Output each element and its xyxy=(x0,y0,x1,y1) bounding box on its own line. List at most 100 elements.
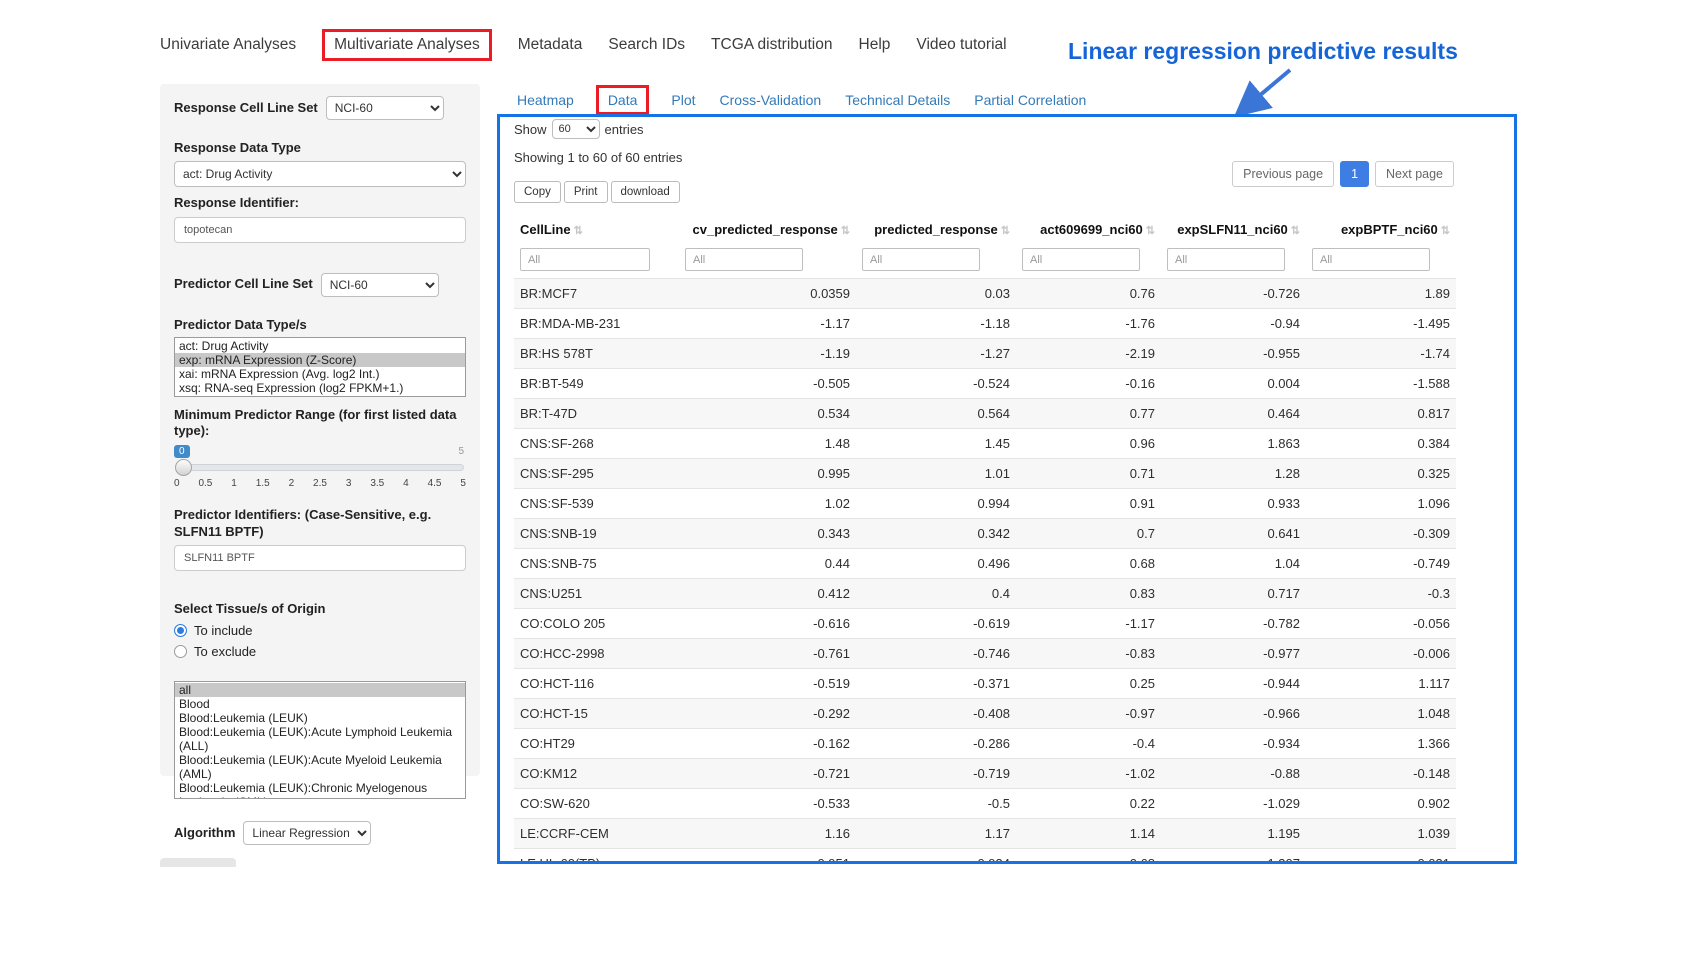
tissue-option[interactable]: Blood:Leukemia (LEUK) xyxy=(175,711,465,725)
cell-value: 0.496 xyxy=(856,549,1016,579)
cell-value: -0.977 xyxy=(1161,639,1306,669)
table-row[interactable]: BR:MDA-MB-231-1.17-1.18-1.76-0.94-1.495 xyxy=(514,309,1456,339)
tissue-option[interactable]: all xyxy=(175,683,465,697)
predictor-identifiers-input[interactable] xyxy=(174,545,466,571)
filter-input-cv-predicted-response[interactable] xyxy=(685,248,803,271)
table-row[interactable]: CO:KM12-0.721-0.719-1.02-0.88-0.148 xyxy=(514,759,1456,789)
page-1-button[interactable]: 1 xyxy=(1340,161,1369,187)
cell-line-name: CO:COLO 205 xyxy=(514,609,679,639)
tissue-option[interactable]: Blood:Leukemia (LEUK):Chronic Myelogenou… xyxy=(175,781,465,799)
cell-value: 1.02 xyxy=(679,489,856,519)
table-row[interactable]: CO:COLO 205-0.616-0.619-1.17-0.782-0.056 xyxy=(514,609,1456,639)
cell-value: 1.039 xyxy=(1306,819,1456,849)
table-row[interactable]: BR:T-47D0.5340.5640.770.4640.817 xyxy=(514,399,1456,429)
tissue-listbox[interactable]: allBloodBlood:Leukemia (LEUK)Blood:Leuke… xyxy=(174,681,466,799)
page-length-select[interactable]: 60 xyxy=(552,119,600,139)
response-data-type-select[interactable]: act: Drug Activity xyxy=(174,161,466,187)
filter-input-expslfn11-nci60[interactable] xyxy=(1167,248,1285,271)
tab-cross-validation[interactable]: Cross-Validation xyxy=(720,92,822,108)
predictor-data-type-option[interactable]: exp: mRNA Expression (Z-Score) xyxy=(175,353,465,367)
predictor-data-type-listbox[interactable]: act: Drug Activityexp: mRNA Expression (… xyxy=(174,337,466,397)
table-row[interactable]: CO:HT29-0.162-0.286-0.4-0.9341.366 xyxy=(514,729,1456,759)
table-row[interactable]: CNS:SF-2950.9951.010.711.280.325 xyxy=(514,459,1456,489)
cell-value: -0.616 xyxy=(679,609,856,639)
response-identifier-input[interactable] xyxy=(174,217,466,243)
filter-input-expbptf-nci60[interactable] xyxy=(1312,248,1430,271)
filter-input-act609699-nci60[interactable] xyxy=(1022,248,1140,271)
predictor-data-type-option[interactable]: xsq: RNA-seq Expression (log2 FPKM+1.) xyxy=(175,381,465,395)
table-row[interactable]: LE:HL-60(TB)0.9510.9340.681.3070.031 xyxy=(514,849,1456,865)
filter-input-predicted-response[interactable] xyxy=(862,248,980,271)
previous-page-button[interactable]: Previous page xyxy=(1232,161,1334,187)
predictor-data-type-option[interactable]: xai: mRNA Expression (Avg. log2 Int.) xyxy=(175,367,465,381)
download-button[interactable]: download xyxy=(611,181,680,203)
filter-input-cellline[interactable] xyxy=(520,248,650,271)
nav-item-univariate-analyses[interactable]: Univariate Analyses xyxy=(160,36,296,54)
cell-line-name: CNS:SF-295 xyxy=(514,459,679,489)
tissue-option[interactable]: Blood xyxy=(175,697,465,711)
cell-value: -0.16 xyxy=(1016,369,1161,399)
tab-plot[interactable]: Plot xyxy=(671,92,695,108)
cell-value: -0.97 xyxy=(1016,699,1161,729)
predictor-cell-line-set-row: Predictor Cell Line Set NCI-60 xyxy=(174,273,466,297)
table-row[interactable]: CNS:SF-5391.020.9940.910.9331.096 xyxy=(514,489,1456,519)
column-header-predicted-response[interactable]: predicted_response⇅ xyxy=(856,213,1016,246)
print-button[interactable]: Print xyxy=(564,181,608,203)
table-row[interactable]: CO:HCC-2998-0.761-0.746-0.83-0.977-0.006 xyxy=(514,639,1456,669)
cell-value: -1.495 xyxy=(1306,309,1456,339)
cell-value: -0.966 xyxy=(1161,699,1306,729)
cell-value: -0.83 xyxy=(1016,639,1161,669)
sort-icon[interactable]: ⇅ xyxy=(1441,225,1450,237)
slider-tick-label: 2.5 xyxy=(313,478,327,489)
column-header-expslfn11-nci60[interactable]: expSLFN11_nci60⇅ xyxy=(1161,213,1306,246)
tissue-radio-to-exclude[interactable]: To exclude xyxy=(174,644,466,659)
tissue-radio-to-include[interactable]: To include xyxy=(174,623,466,638)
predictor-data-type-option[interactable]: act: Drug Activity xyxy=(175,339,465,353)
tissue-option[interactable]: Blood:Leukemia (LEUK):Acute Myeloid Leuk… xyxy=(175,753,465,781)
copy-button[interactable]: Copy xyxy=(514,181,561,203)
response-cell-line-set-select[interactable]: NCI-60 xyxy=(326,96,444,120)
table-row[interactable]: CNS:SNB-190.3430.3420.70.641-0.309 xyxy=(514,519,1456,549)
tab-technical-details[interactable]: Technical Details xyxy=(845,92,950,108)
nav-item-search-ids[interactable]: Search IDs xyxy=(608,36,685,54)
results-table: CellLine⇅cv_predicted_response⇅predicted… xyxy=(514,213,1456,864)
table-row[interactable]: LE:CCRF-CEM1.161.171.141.1951.039 xyxy=(514,819,1456,849)
tab-heatmap[interactable]: Heatmap xyxy=(517,92,574,108)
column-header-cellline[interactable]: CellLine⇅ xyxy=(514,213,679,246)
tab-data[interactable]: Data xyxy=(596,85,650,115)
table-row[interactable]: CNS:SNB-750.440.4960.681.04-0.749 xyxy=(514,549,1456,579)
algorithm-select[interactable]: Linear Regression xyxy=(243,821,371,845)
nav-item-help[interactable]: Help xyxy=(859,36,891,54)
table-row[interactable]: BR:MCF70.03590.030.76-0.7261.89 xyxy=(514,279,1456,309)
nav-item-metadata[interactable]: Metadata xyxy=(518,36,583,54)
sort-icon[interactable]: ⇅ xyxy=(841,225,850,237)
nav-item-video-tutorial[interactable]: Video tutorial xyxy=(916,36,1006,54)
sort-icon[interactable]: ⇅ xyxy=(574,225,583,237)
cell-value: 1.14 xyxy=(1016,819,1161,849)
tissue-option[interactable]: Blood:Leukemia (LEUK):Acute Lymphoid Leu… xyxy=(175,725,465,753)
nav-item-multivariate-analyses[interactable]: Multivariate Analyses xyxy=(322,29,492,61)
next-page-button[interactable]: Next page xyxy=(1375,161,1454,187)
slider-handle[interactable] xyxy=(175,459,192,476)
cell-value: 0.44 xyxy=(679,549,856,579)
table-row[interactable]: CNS:SF-2681.481.450.961.8630.384 xyxy=(514,429,1456,459)
sort-icon[interactable]: ⇅ xyxy=(1291,225,1300,237)
sort-icon[interactable]: ⇅ xyxy=(1001,225,1010,237)
table-row[interactable]: CO:HCT-116-0.519-0.3710.25-0.9441.117 xyxy=(514,669,1456,699)
min-predictor-range-slider[interactable]: 0 5 00.511.522.533.544.55 xyxy=(174,445,466,493)
slider-track[interactable] xyxy=(176,464,464,471)
predictor-cell-line-set-select[interactable]: NCI-60 xyxy=(321,273,439,297)
column-header-expbptf-nci60[interactable]: expBPTF_nci60⇅ xyxy=(1306,213,1456,246)
table-row[interactable]: BR:BT-549-0.505-0.524-0.160.004-1.588 xyxy=(514,369,1456,399)
cell-value: -0.955 xyxy=(1161,339,1306,369)
table-row[interactable]: CO:HCT-15-0.292-0.408-0.97-0.9661.048 xyxy=(514,699,1456,729)
table-row[interactable]: CO:SW-620-0.533-0.50.22-1.0290.902 xyxy=(514,789,1456,819)
tab-partial-correlation[interactable]: Partial Correlation xyxy=(974,92,1086,108)
nav-item-tcga-distribution[interactable]: TCGA distribution xyxy=(711,36,832,54)
sort-icon[interactable]: ⇅ xyxy=(1146,225,1155,237)
column-header-cv-predicted-response[interactable]: cv_predicted_response⇅ xyxy=(679,213,856,246)
column-header-act609699-nci60[interactable]: act609699_nci60⇅ xyxy=(1016,213,1161,246)
cell-value: 0.031 xyxy=(1306,849,1456,865)
table-row[interactable]: CNS:U2510.4120.40.830.717-0.3 xyxy=(514,579,1456,609)
table-row[interactable]: BR:HS 578T-1.19-1.27-2.19-0.955-1.74 xyxy=(514,339,1456,369)
